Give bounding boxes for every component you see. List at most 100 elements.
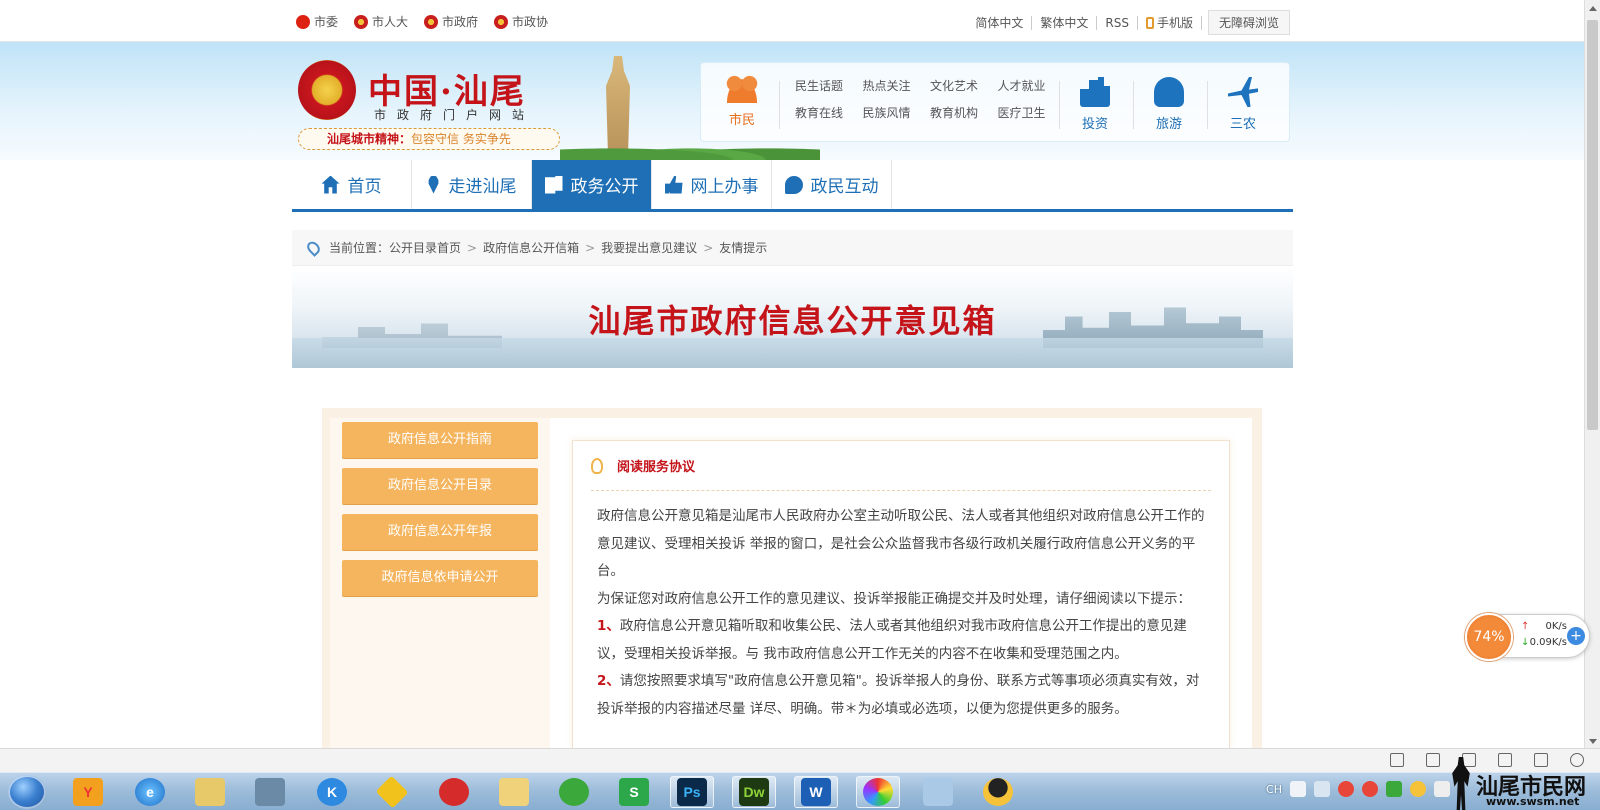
taskbar-app[interactable] [552,776,596,808]
link-traditional[interactable]: 繁体中文 [1032,15,1098,30]
site-watermark: 汕尾市民网 www.swsm.net [1446,757,1596,810]
nav-home[interactable]: 首页 [292,160,412,209]
ie-icon: e [135,778,165,806]
taskbar-app[interactable] [188,776,232,808]
system-tray: CH [1266,781,1450,797]
sidebar-annual-report-button[interactable]: 政府信息公开年报 [342,514,538,550]
quick-link[interactable]: 民族风情 [863,104,931,121]
start-button[interactable] [8,775,46,809]
quick-link[interactable]: 民生话题 [795,77,863,94]
breadcrumb: 当前位置： 公开目录首页 > 政府信息公开信箱 > 我要提出意见建议 > 友情提… [292,230,1293,266]
explorer-icon: Y [73,778,103,806]
taskbar-app[interactable] [976,776,1020,808]
kugou-icon: K [317,778,347,806]
tray-icon[interactable] [1290,781,1306,797]
taskbar-app[interactable]: W [794,776,838,808]
tray-icon[interactable] [1314,781,1330,797]
qq-icon[interactable] [1362,781,1378,797]
network-speed-widget[interactable]: 74% 0K/s 0.09K/s + [1465,613,1590,661]
quick-link[interactable]: 热点关注 [863,77,931,94]
chat-bubble-icon [784,175,803,194]
breadcrumb-item[interactable]: 政府信息公开信箱 [483,239,579,256]
link-rss[interactable]: RSS [1097,15,1138,30]
sidebar-catalog-button[interactable]: 政府信息公开目录 [342,468,538,504]
quick-link[interactable]: 教育机构 [930,104,998,121]
folder-icon [499,778,529,806]
taskbar: Y e K S Ps Dw W CH 汕尾市民网 www.swsm.net [0,757,1600,810]
nav-about[interactable]: 走进汕尾 [412,160,532,209]
taskbar-app[interactable]: K [310,776,354,808]
party-icon [296,14,310,29]
link-simplified[interactable]: 简体中文 [967,15,1033,30]
trees-decoration [560,140,820,160]
zoom-icon[interactable] [1570,753,1584,767]
sidebar: 政府信息公开指南 政府信息公开目录 政府信息公开年报 政府信息依申请公开 [330,418,550,748]
taskbar-app[interactable]: e [128,776,172,808]
home-icon [321,175,340,194]
location-pin-icon [428,175,439,194]
quick-nav-citizen[interactable]: 市民 [717,73,767,128]
taskbar-app[interactable] [856,776,900,808]
scrollbar-thumb[interactable] [1587,20,1598,430]
taskbar-app[interactable] [916,776,960,808]
scroll-up-icon[interactable] [1589,6,1597,11]
quick-link[interactable]: 文化艺术 [930,77,998,94]
refresh-icon [559,778,589,806]
quick-nav-agriculture[interactable]: 三农 [1213,77,1273,132]
luggage-icon [1154,77,1184,107]
qq-icon[interactable] [1338,781,1354,797]
divider [1133,81,1134,129]
quick-nav: 市民 民生话题 热点关注 文化艺术 人才就业 教育在线 民族风情 教育机构 医疗… [700,62,1290,142]
top-link-gov[interactable]: 市政府 [424,13,478,30]
tray-icon[interactable] [1410,781,1426,797]
memory-usage-indicator[interactable]: 74% [1465,613,1513,661]
top-link-npc[interactable]: 市人大 [354,13,408,30]
quick-link[interactable]: 教育在线 [795,104,863,121]
divider [1207,81,1208,129]
nav-gov-affairs[interactable]: 政务公开 [532,160,652,209]
scroll-down-icon[interactable] [1589,739,1597,744]
taskbar-app[interactable] [492,776,536,808]
national-emblem-icon [298,60,356,120]
watermark-url: www.swsm.net [1486,795,1580,808]
breadcrumb-item[interactable]: 我要提出意见建议 [601,239,697,256]
upload-speed: 0K/s [1521,621,1568,632]
window-icon[interactable] [1534,753,1548,767]
plus-icon[interactable]: + [1567,627,1585,645]
link-mobile[interactable]: 手机版 [1138,15,1202,30]
emblem-icon [354,14,369,29]
taskbar-app[interactable]: Ps [670,776,714,808]
breadcrumb-separator: > [585,240,596,255]
quick-nav-travel[interactable]: 旅游 [1139,77,1199,132]
airplane-icon [1228,77,1258,107]
quick-link[interactable]: 人才就业 [998,77,1066,94]
agreement-title: 阅读服务协议 [617,460,696,475]
taskbar-app[interactable] [370,775,414,809]
nav-interaction[interactable]: 政民互动 [772,160,892,209]
shield-icon[interactable] [1386,781,1402,797]
breadcrumb-item[interactable]: 公开目录首页 [389,239,461,256]
pin-icon[interactable] [1390,753,1404,767]
site-subtitle: 市政府门户网站 [374,108,536,122]
taskbar-app[interactable]: S [612,776,656,808]
speedometer-icon[interactable] [1426,753,1440,767]
site-logo[interactable]: 中国·汕尾 市政府门户网站 汕尾城市精神：包容守信 务实争先 [296,58,596,153]
taskbar-app[interactable]: Dw [732,776,776,808]
nav-online-services[interactable]: 网上办事 [652,160,772,209]
citizens-icon [723,73,761,103]
accessibility-button[interactable]: 无障碍浏览 [1207,10,1290,35]
taskbar-app[interactable] [248,776,292,808]
agreement-body: 政府信息公开意见箱是汕尾市人民政府办公室主动听取公民、法人或者其他组织对政府信息… [597,503,1207,723]
breadcrumb-current: 友情提示 [719,241,768,255]
top-link-cppcc[interactable]: 市政协 [494,13,548,30]
top-bar: 市委 市人大 市政府 市政协 简体中文 繁体中文 RSS 手机版 无障碍浏览 [0,0,1584,42]
sidebar-request-button[interactable]: 政府信息依申请公开 [342,560,538,596]
taskbar-app[interactable] [432,776,476,808]
quick-nav-invest[interactable]: 投资 [1065,77,1125,132]
language-indicator[interactable]: CH [1266,783,1282,796]
top-link-party[interactable]: 市委 [296,13,338,30]
taskbar-app[interactable]: Y [66,776,110,808]
volume-icon[interactable] [1498,753,1512,767]
sidebar-guide-button[interactable]: 政府信息公开指南 [342,422,538,458]
quick-link[interactable]: 医疗卫生 [998,104,1066,121]
